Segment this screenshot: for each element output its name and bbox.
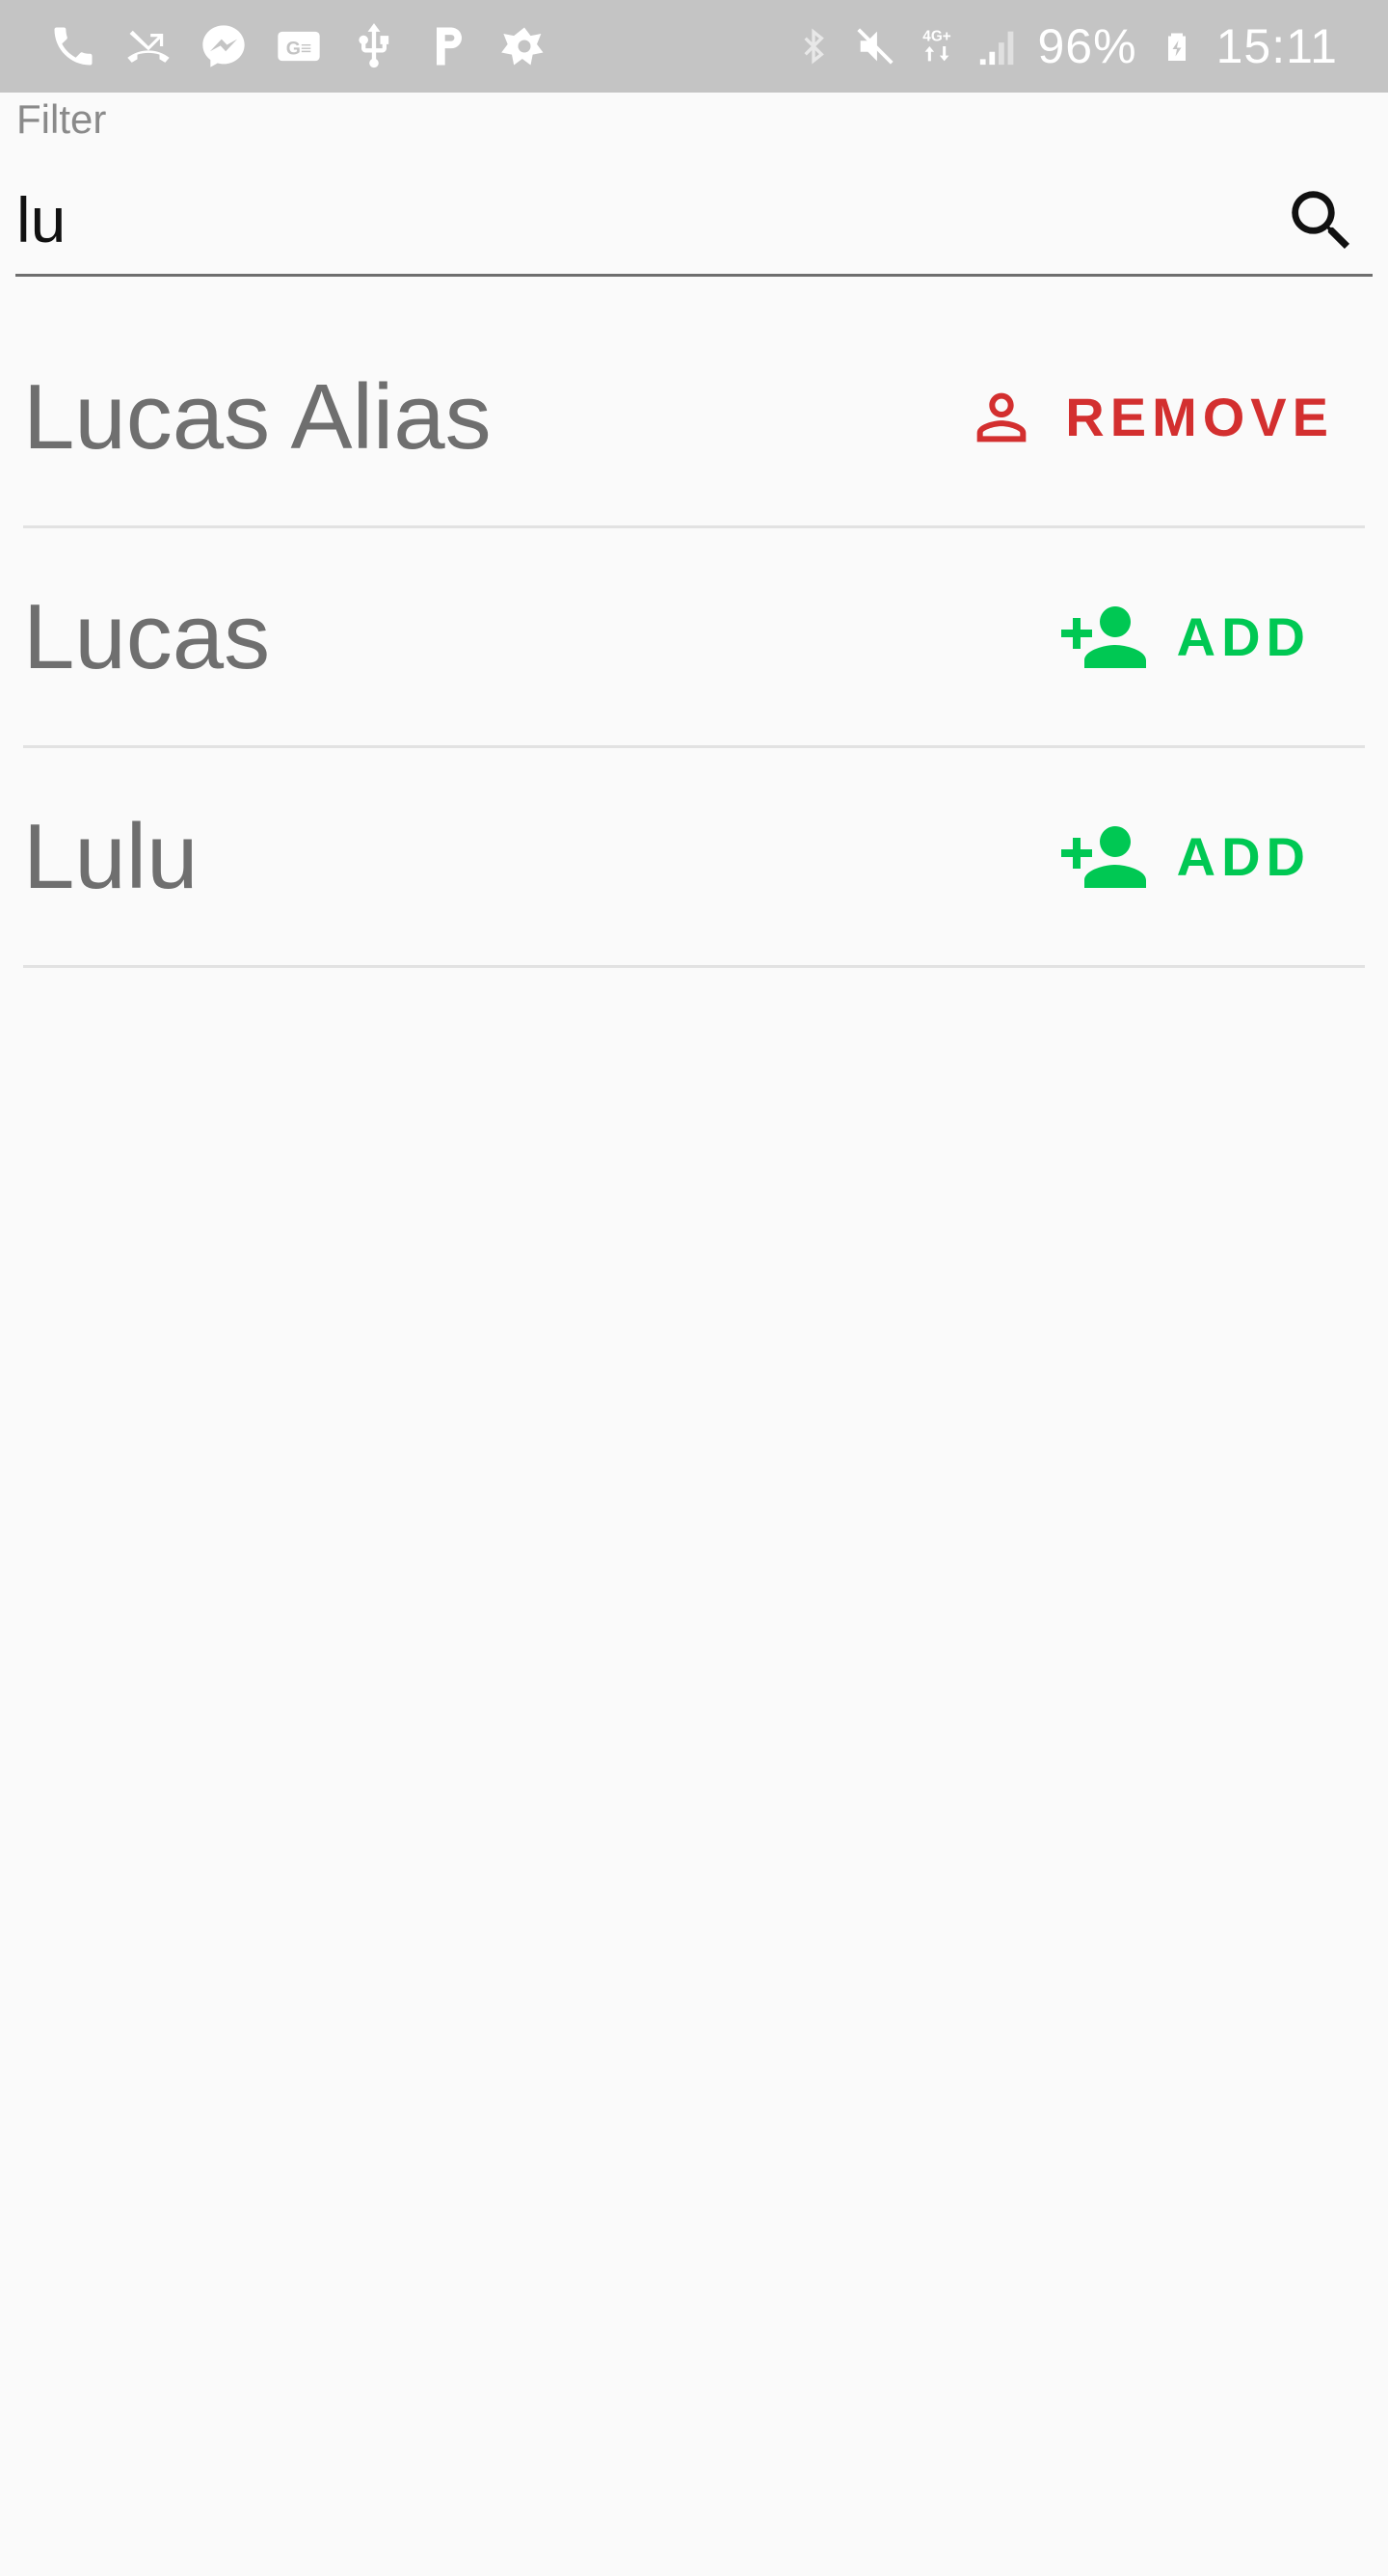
messenger-icon [197, 19, 251, 73]
usb-icon [347, 19, 401, 73]
notification-icons: G≡ [46, 17, 551, 75]
bluetooth-icon [791, 19, 836, 73]
contact-name: Lucas Alias [23, 364, 492, 469]
missed-call-icon [121, 19, 175, 73]
svg-text:G≡: G≡ [286, 39, 312, 60]
battery-icon [1155, 19, 1199, 73]
filter-label: Filter [16, 96, 107, 142]
search-icon [1292, 191, 1350, 250]
list-item: Lucas Alias REMOVE [23, 309, 1365, 528]
search-button[interactable] [1282, 181, 1361, 260]
phone-icon [46, 19, 100, 73]
list-item: Lulu ADD [23, 748, 1365, 968]
remove-button[interactable]: REMOVE [965, 381, 1334, 454]
add-label: ADD [1176, 826, 1311, 887]
svg-text:4G+: 4G+ [922, 28, 950, 44]
list-item: Lucas ADD [23, 528, 1365, 748]
contact-name: Lulu [23, 804, 199, 908]
p-app-icon [422, 19, 476, 73]
add-label: ADD [1176, 606, 1311, 667]
4g-icon: 4G+ [915, 19, 959, 73]
battery-percent: 96% [1037, 19, 1137, 73]
signal-icon [976, 19, 1021, 73]
contact-name: Lucas [23, 584, 271, 688]
filter-input[interactable] [16, 181, 1260, 258]
person-add-icon [1060, 825, 1146, 888]
system-icons: 4G+ 96% 15:11 [791, 17, 1339, 75]
remove-label: REMOVE [1065, 387, 1334, 447]
mute-icon [853, 19, 897, 73]
ge-icon: G≡ [272, 19, 326, 73]
clock: 15:11 [1215, 19, 1338, 73]
person-add-icon [1060, 605, 1146, 668]
add-button[interactable]: ADD [1057, 591, 1311, 684]
filter-underline [15, 274, 1373, 277]
person-outline-icon [976, 392, 1027, 442]
avast-icon [497, 19, 551, 73]
status-bar: G≡ 4G+ 96% 15:11 [0, 0, 1388, 93]
add-button[interactable]: ADD [1057, 811, 1311, 903]
